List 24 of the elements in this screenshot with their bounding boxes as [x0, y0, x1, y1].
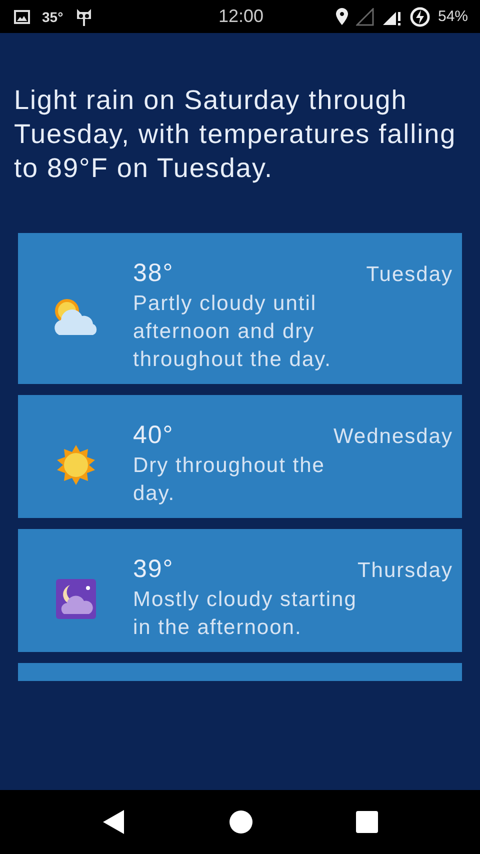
partly-cloudy-icon — [52, 296, 98, 336]
temperature: 40° — [133, 421, 174, 450]
back-button[interactable] — [102, 809, 126, 835]
battery-charging-icon — [410, 6, 430, 26]
location-icon — [336, 8, 348, 25]
day-name: Tuesday — [366, 263, 453, 287]
clock-time: 12:00 — [218, 6, 264, 27]
temperature: 38° — [133, 259, 174, 288]
home-button[interactable] — [228, 810, 253, 834]
sun-icon — [54, 444, 96, 486]
day-name: Thursday — [357, 559, 453, 583]
temperature-text: 35° — [42, 8, 64, 24]
forecast-description: Dry throughout the day. — [133, 453, 326, 507]
battery-percent: 54% — [438, 8, 468, 25]
forecast-description: Partly cloudy until afternoon and dry throughout the day. — [133, 291, 332, 373]
recents-button[interactable] — [356, 811, 378, 833]
forecast-summary: Light rain on Saturday through Tuesday, with temperatures falling to 89°F on Tuesday. — [14, 84, 458, 185]
signal-icon — [356, 8, 374, 26]
forecast-description: Mostly cloudy starting in the afternoon. — [133, 587, 358, 641]
robot-head-icon — [75, 6, 94, 26]
image-icon — [14, 10, 30, 24]
day-name: Wednesday — [333, 425, 453, 449]
moon-cloud-icon — [56, 578, 96, 618]
temperature: 39° — [133, 555, 174, 584]
